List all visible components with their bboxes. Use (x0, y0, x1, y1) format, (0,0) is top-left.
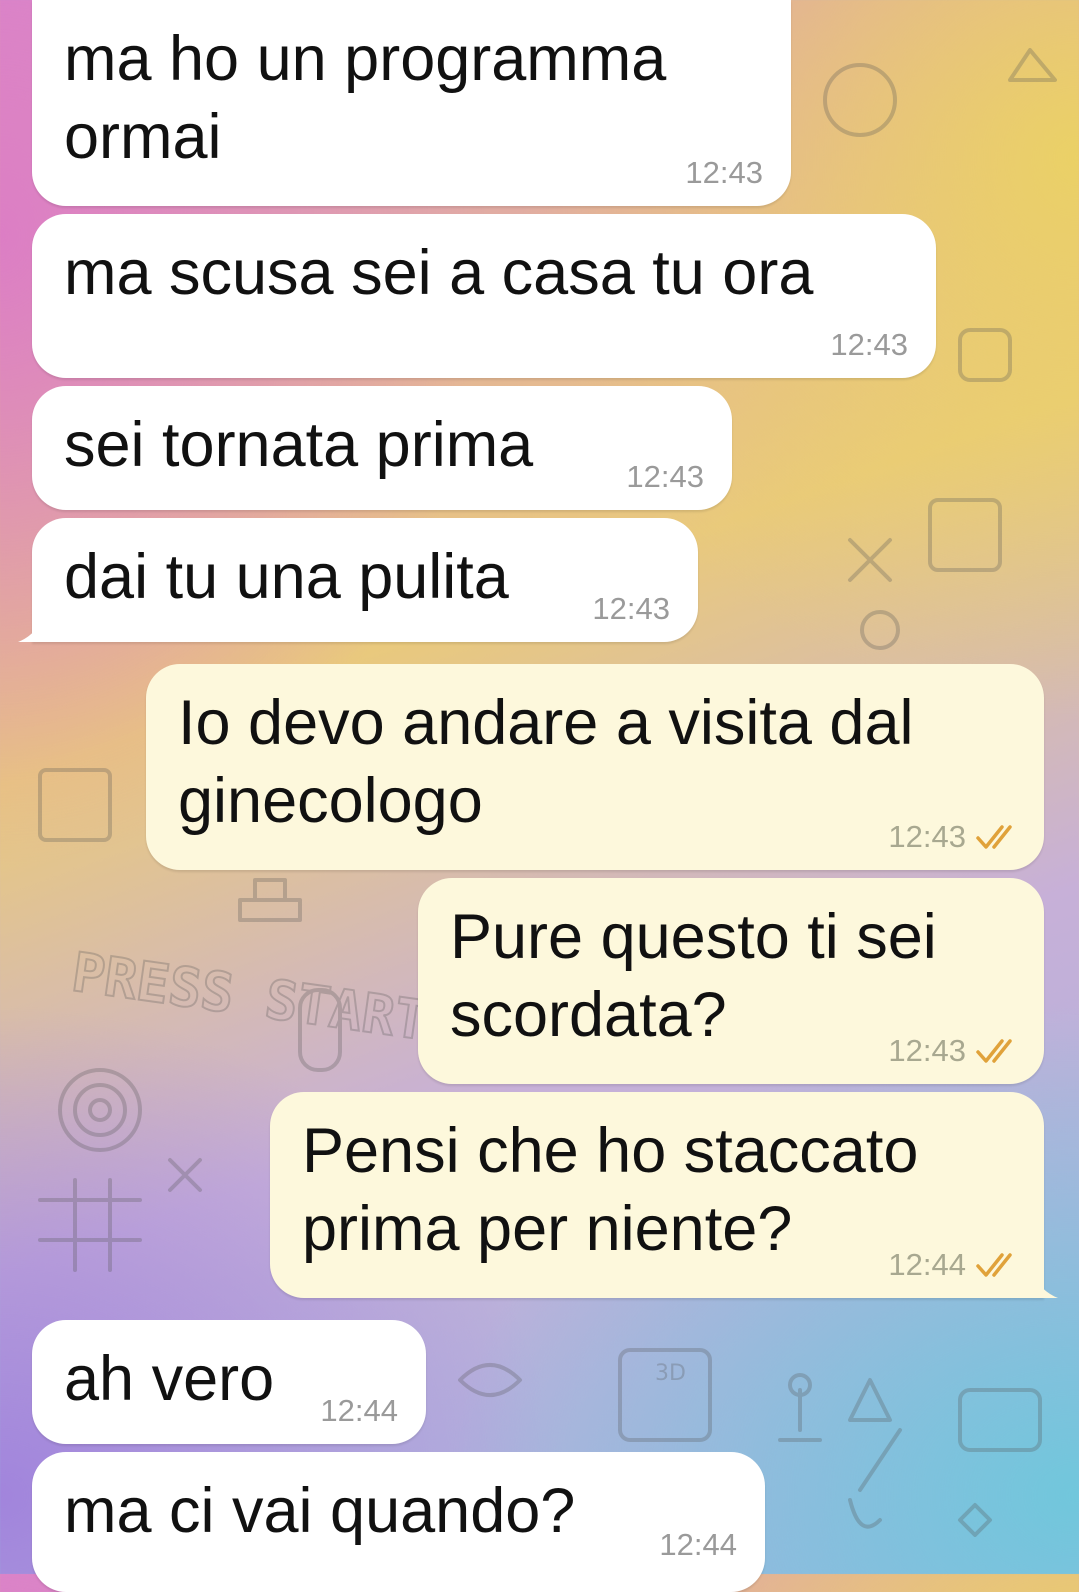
message-bubble-outgoing[interactable]: Io devo andare a visita dal ginecologo 1… (146, 664, 1044, 870)
message-time: 12:43 (685, 155, 763, 190)
message-text: ma scusa sei a casa tu ora (64, 238, 814, 308)
message-time: 12:44 (659, 1527, 737, 1562)
message-text: Pensi che ho staccato prima per niente? (302, 1116, 919, 1264)
message-time: 12:43 (888, 1033, 966, 1068)
message-text: dai tu una pulita (64, 542, 509, 612)
message-time: 12:43 (626, 459, 704, 494)
message-bubble-incoming[interactable]: ma scusa sei a casa tu ora 12:43 (32, 214, 936, 378)
message-bubble-incoming[interactable]: dai tu una pulita 12:43 (18, 518, 698, 642)
message-text: Io devo andare a visita dal ginecologo (178, 688, 914, 836)
double-check-icon (976, 1253, 1012, 1277)
double-check-icon (976, 1039, 1012, 1063)
bubble-tail (1030, 1272, 1058, 1298)
chat-messages[interactable]: ma ho un programma ormai 12:43 ma scusa … (0, 0, 1079, 1592)
message-time: 12:44 (320, 1393, 398, 1428)
message-bubble-incoming[interactable]: ah vero 12:44 (32, 1320, 426, 1444)
message-bubble-incoming[interactable]: ma ho un programma ormai 12:43 (32, 0, 791, 206)
bubble-tail (18, 616, 46, 642)
message-time: 12:43 (592, 591, 670, 626)
message-bubble-outgoing[interactable]: Pensi che ho staccato prima per niente? … (270, 1092, 1058, 1298)
message-text: sei tornata prima (64, 410, 534, 480)
message-time: 12:43 (830, 327, 908, 362)
message-text: ma ci vai quando? (64, 1476, 576, 1546)
message-text: Pure questo ti sei scordata? (450, 902, 937, 1050)
double-check-icon (976, 825, 1012, 849)
message-bubble-incoming[interactable]: sei tornata prima 12:43 (32, 386, 732, 510)
message-bubble-incoming[interactable]: ma ci vai quando? 12:44 (32, 1452, 765, 1592)
message-time: 12:44 (888, 1247, 966, 1282)
message-bubble-outgoing[interactable]: Pure questo ti sei scordata? 12:43 (418, 878, 1044, 1084)
message-text: ma ho un programma ormai (64, 24, 667, 172)
message-time: 12:43 (888, 819, 966, 854)
